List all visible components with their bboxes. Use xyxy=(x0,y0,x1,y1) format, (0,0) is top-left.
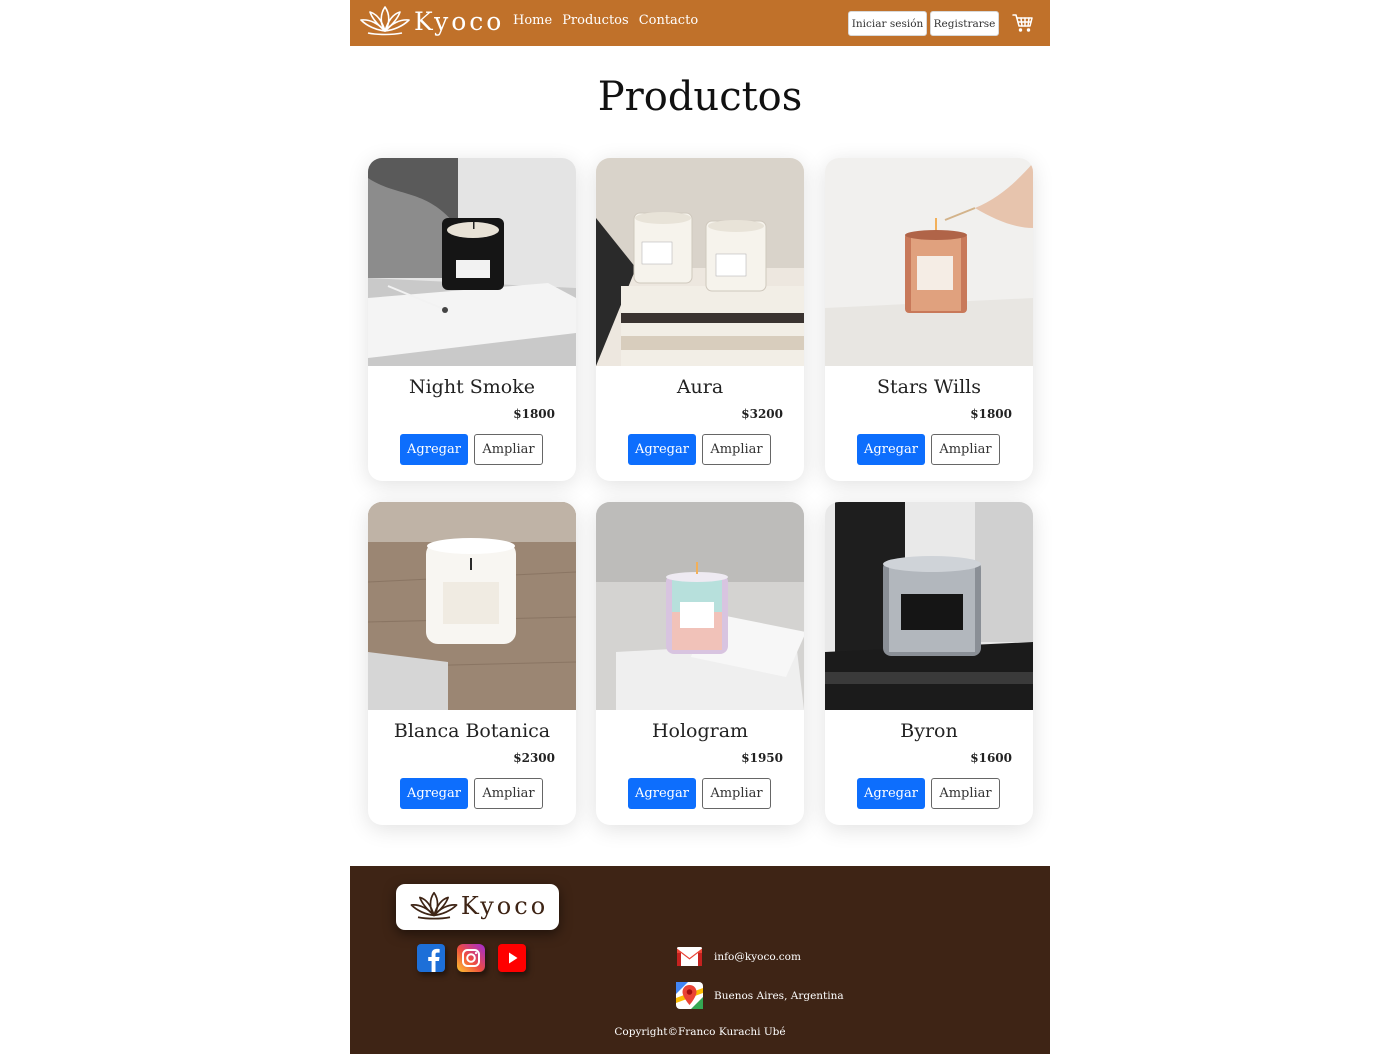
register-button[interactable]: Registrarse xyxy=(930,11,999,36)
email-text[interactable]: info@kyoco.com xyxy=(714,951,801,963)
footer: Kyoco info@kyoco.com Buenos Aires, Argen… xyxy=(350,866,1050,1054)
product-card: Stars Wills $1800 Agregar Ampliar xyxy=(825,158,1033,481)
product-image[interactable] xyxy=(825,502,1033,710)
footer-brand-name: Kyoco xyxy=(460,891,549,920)
product-card: Aura $3200 Agregar Ampliar xyxy=(596,158,804,481)
product-price: $3200 xyxy=(741,407,783,421)
zoom-button[interactable]: Ampliar xyxy=(931,434,1000,465)
facebook-icon[interactable] xyxy=(417,944,445,972)
zoom-button[interactable]: Ampliar xyxy=(702,434,771,465)
product-card: Night Smoke $1800 Agregar Ampliar xyxy=(368,158,576,481)
product-image[interactable] xyxy=(596,158,804,366)
add-to-cart-button[interactable]: Agregar xyxy=(400,434,468,465)
product-image[interactable] xyxy=(596,502,804,710)
nav-links: Home Productos Contacto xyxy=(513,13,698,28)
nav-link-home[interactable]: Home xyxy=(513,13,552,28)
youtube-icon[interactable] xyxy=(498,944,526,972)
product-image[interactable] xyxy=(825,158,1033,366)
location-row: Buenos Aires, Argentina xyxy=(676,982,844,1009)
zoom-button[interactable]: Ampliar xyxy=(474,778,543,809)
page: Kyoco Home Productos Contacto Iniciar se… xyxy=(350,0,1050,1054)
email-row: info@kyoco.com xyxy=(676,943,801,970)
product-card: Hologram $1950 Agregar Ampliar xyxy=(596,502,804,825)
zoom-button[interactable]: Ampliar xyxy=(931,778,1000,809)
product-name: Night Smoke xyxy=(408,376,535,398)
product-price: $1800 xyxy=(513,407,555,421)
instagram-icon[interactable] xyxy=(457,944,485,972)
product-price: $1800 xyxy=(970,407,1012,421)
map-pin-icon xyxy=(676,982,703,1009)
lotus-logo-icon xyxy=(358,3,412,41)
signin-button[interactable]: Iniciar sesión xyxy=(848,11,927,36)
navbar: Kyoco Home Productos Contacto Iniciar se… xyxy=(350,0,1050,46)
product-name: Byron xyxy=(900,720,958,742)
nav-link-contacto[interactable]: Contacto xyxy=(639,13,698,28)
cart-icon[interactable] xyxy=(1012,13,1034,33)
product-price: $1950 xyxy=(741,751,783,765)
nav-link-productos[interactable]: Productos xyxy=(562,13,629,28)
product-card: Byron $1600 Agregar Ampliar xyxy=(825,502,1033,825)
product-name: Hologram xyxy=(651,720,749,742)
zoom-button[interactable]: Ampliar xyxy=(474,434,543,465)
brand-logo-link[interactable]: Kyoco xyxy=(358,4,504,40)
add-to-cart-button[interactable]: Agregar xyxy=(628,778,696,809)
product-name: Stars Wills xyxy=(876,376,982,398)
page-title: Productos xyxy=(597,74,803,120)
location-text: Buenos Aires, Argentina xyxy=(714,989,844,1002)
product-name: Blanca Botanica xyxy=(393,720,551,742)
add-to-cart-button[interactable]: Agregar xyxy=(400,778,468,809)
copyright-text: Copyright©Franco Kurachi Ubé xyxy=(614,1026,786,1038)
add-to-cart-button[interactable]: Agregar xyxy=(857,434,925,465)
add-to-cart-button[interactable]: Agregar xyxy=(857,778,925,809)
product-image[interactable] xyxy=(368,158,576,366)
product-name: Aura xyxy=(676,376,724,398)
product-card: Blanca Botanica $2300 Agregar Ampliar xyxy=(368,502,576,825)
product-image[interactable] xyxy=(368,502,576,710)
zoom-button[interactable]: Ampliar xyxy=(702,778,771,809)
gmail-icon xyxy=(676,943,703,970)
brand-name: Kyoco xyxy=(414,6,505,36)
add-to-cart-button[interactable]: Agregar xyxy=(628,434,696,465)
footer-logo[interactable]: Kyoco xyxy=(396,884,559,930)
product-price: $2300 xyxy=(513,751,555,765)
product-price: $1600 xyxy=(970,751,1012,765)
lotus-logo-icon xyxy=(407,889,461,925)
